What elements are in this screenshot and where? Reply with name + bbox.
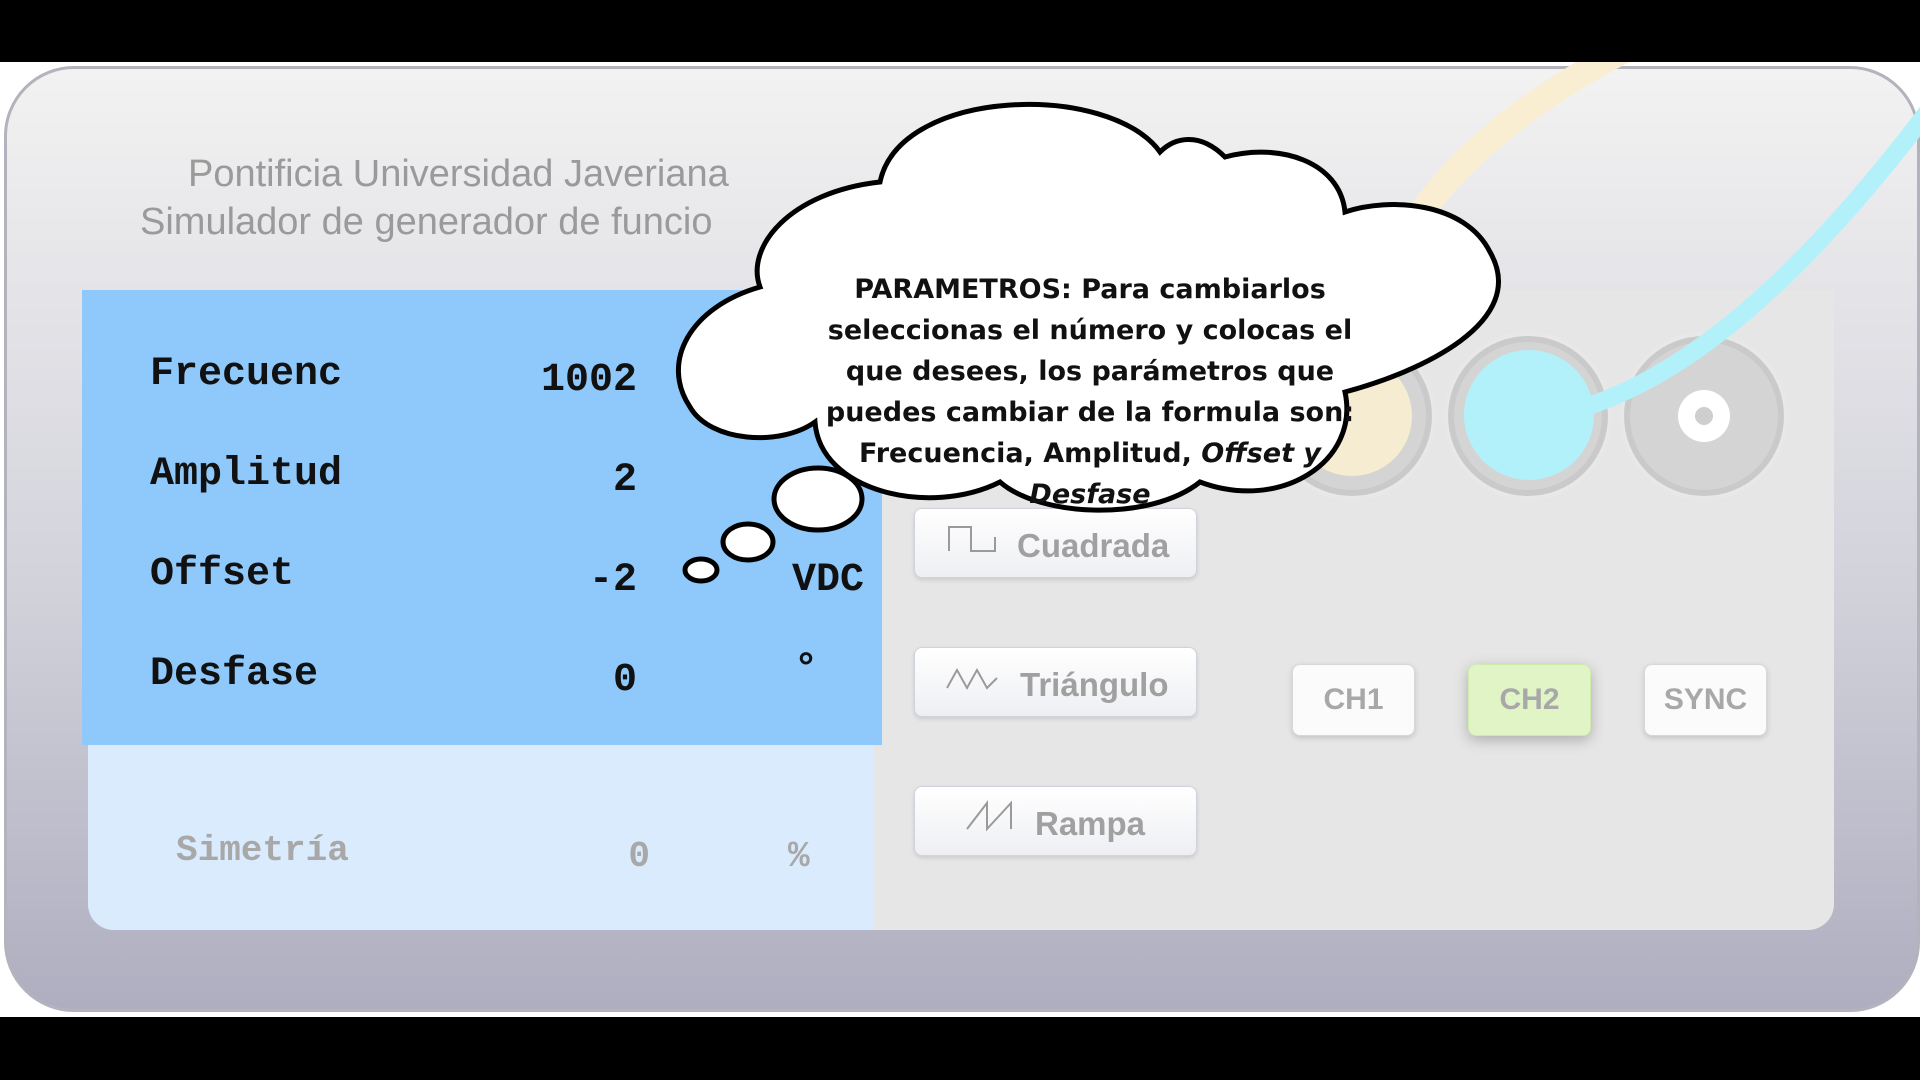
tooltip-text: PARAMETROS: Para cambiarlos seleccionas … bbox=[815, 269, 1365, 515]
tooltip-line: Desfase bbox=[1029, 479, 1151, 510]
tooltip-line: que desees, los parámetros que bbox=[845, 356, 1335, 387]
tooltip-line: PARAMETROS: Para cambiarlos bbox=[854, 274, 1326, 305]
simulator-stage: Pontificia Universidad Javeriana Simulad… bbox=[0, 62, 1920, 1017]
tooltip-cloud bbox=[676, 101, 1501, 584]
tooltip-line: seleccionas el número y colocas el bbox=[827, 315, 1353, 346]
tooltip-line: Frecuencia, Amplitud, Offset y bbox=[859, 438, 1321, 469]
tooltip-line: puedes cambiar de la formula son: bbox=[825, 397, 1355, 428]
